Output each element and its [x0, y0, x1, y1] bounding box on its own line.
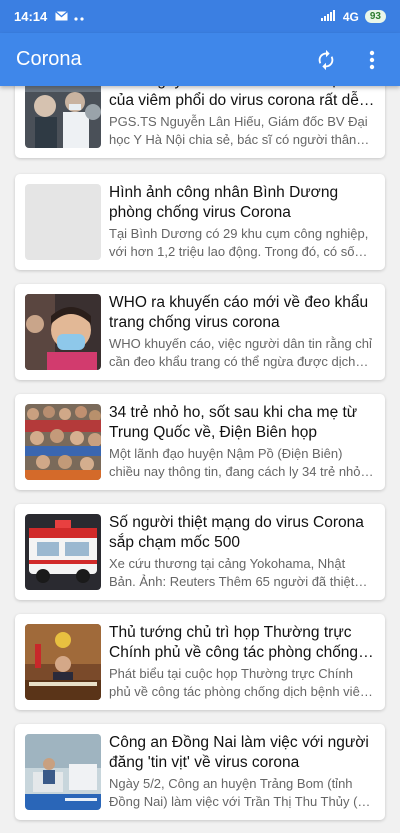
news-thumbnail: [25, 734, 101, 810]
news-card[interactable]: Số người thiệt mạng do virus Corona sắp …: [15, 504, 385, 600]
more-vert-icon[interactable]: [360, 48, 384, 72]
news-title: Số người thiệt mạng do virus Corona sắp …: [109, 514, 364, 551]
news-thumbnail: [25, 624, 101, 700]
news-card[interactable]: PGS Nguyễn Lân Hiếu: 5 dấu hiệu của viêm…: [15, 86, 385, 158]
news-description: Xe cứu thương tại cảng Yokohama, Nhật Bả…: [109, 556, 355, 589]
news-title: PGS Nguyễn Lân Hiếu: 5 dấu hiệu của viêm…: [109, 86, 359, 109]
news-title: WHO ra khuyến cáo mới về đeo khẩu trang …: [109, 294, 369, 331]
news-feed[interactable]: PGS Nguyễn Lân Hiếu: 5 dấu hiệu của viêm…: [0, 86, 400, 833]
network-type: 4G: [342, 9, 359, 24]
mail-icon: [55, 9, 69, 24]
news-card[interactable]: 34 trẻ nhỏ ho, sốt sau khi cha mẹ từ Tru…: [15, 394, 385, 490]
news-description: Ngày 5/2, Công an huyện Trảng Bom (tỉnh …: [109, 776, 372, 809]
news-title: Hình ảnh công nhân Bình Dương phòng chốn…: [109, 184, 339, 221]
news-description: Tại Bình Dương có 29 khu cụm công nghiệp…: [109, 226, 369, 259]
status-time: 14:14: [14, 9, 48, 24]
news-thumbnail: [25, 404, 101, 480]
app-title: Corona: [16, 48, 82, 70]
news-card[interactable]: Công an Đồng Nai làm việc với người đăng…: [15, 724, 385, 820]
news-title: Thủ tướng chủ trì họp Thường trực Chính …: [109, 624, 359, 661]
news-thumbnail: [25, 514, 101, 590]
news-title: 34 trẻ nhỏ ho, sốt sau khi cha mẹ từ Tru…: [109, 404, 358, 441]
news-card[interactable]: WHO ra khuyến cáo mới về đeo khẩu trang …: [15, 284, 385, 380]
news-card[interactable]: Hình ảnh công nhân Bình Dương phòng chốn…: [15, 174, 385, 270]
signal-icon: [320, 9, 337, 24]
news-title: Công an Đồng Nai làm việc với người đăng…: [109, 734, 369, 771]
news-thumbnail: [25, 86, 101, 148]
news-card[interactable]: Thủ tướng chủ trì họp Thường trực Chính …: [15, 614, 385, 710]
news-description: PGS.TS Nguyễn Lân Hiếu, Giám đốc BV Đại …: [109, 114, 368, 147]
status-bar: 14:14 4G 93: [0, 0, 400, 33]
refresh-icon[interactable]: [314, 48, 338, 72]
news-thumbnail: [25, 294, 101, 370]
app-bar: Corona: [0, 33, 400, 86]
news-description: WHO khuyến cáo, việc người dân tin rằng …: [109, 336, 372, 369]
news-description: Phát biểu tại cuộc họp Thường trực Chính…: [109, 666, 371, 699]
news-thumbnail-placeholder: [25, 184, 101, 260]
dots-icon: [74, 9, 86, 24]
news-description: Một lãnh đạo huyện Nậm Pồ (Điện Biên) ch…: [109, 446, 361, 479]
battery-icon: 93: [364, 10, 386, 23]
